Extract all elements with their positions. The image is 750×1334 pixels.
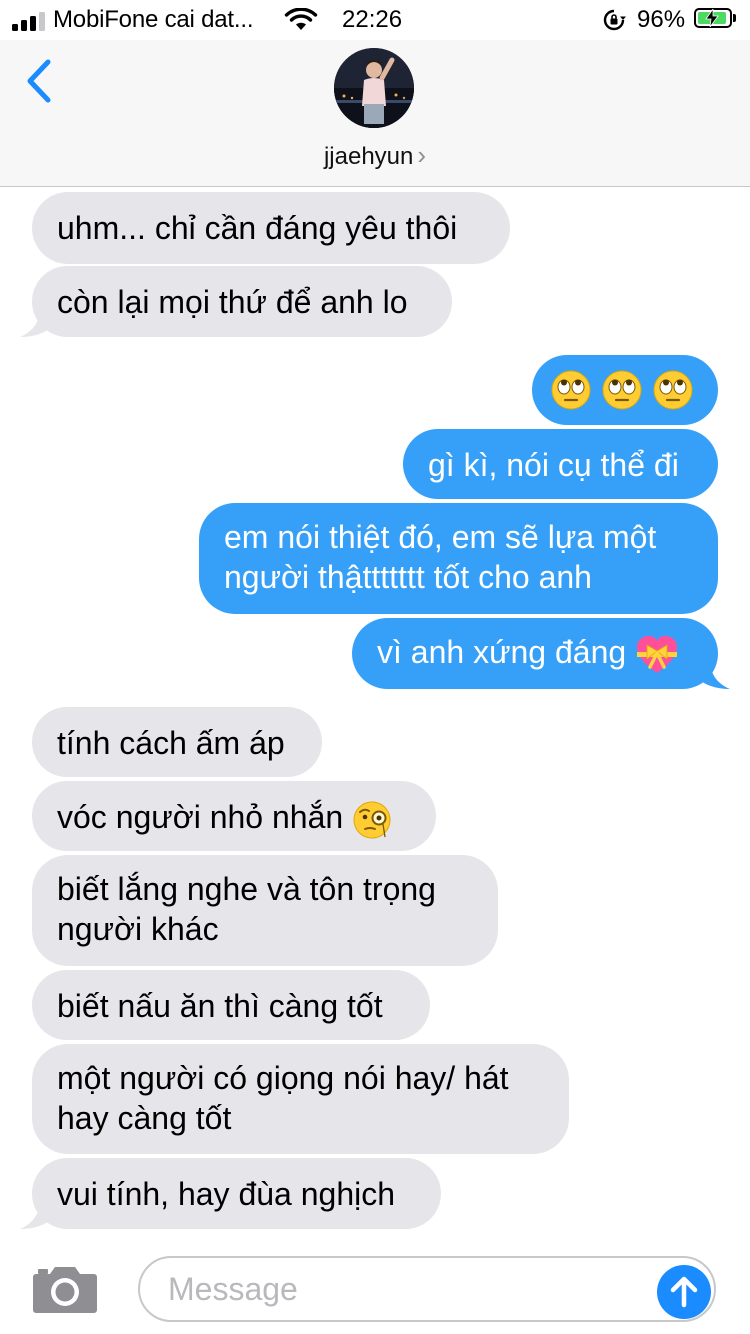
contact-name-button[interactable]: jjaehyun › xyxy=(0,140,750,171)
message-bubble-outgoing[interactable]: em nói thiệt đó, em sẽ lựa một người thậ… xyxy=(199,503,718,614)
message-text: tính cách ấm áp xyxy=(57,725,285,761)
chevron-right-icon: › xyxy=(417,140,427,170)
bubble-tail xyxy=(20,307,54,337)
message-text-line: em nói thiệt đó, em sẽ lựa một xyxy=(224,519,657,555)
message-text-line: người thậttttttt tốt cho anh xyxy=(224,559,592,595)
message-text: biết nấu ăn thì càng tốt xyxy=(57,988,383,1024)
camera-icon xyxy=(33,1267,97,1313)
message-bubble-incoming[interactable]: một người có giọng nói hay/ hát hay càng… xyxy=(32,1044,569,1154)
back-button[interactable] xyxy=(22,56,62,106)
face-with-rolling-eyes-icon xyxy=(602,370,642,410)
message-text: uhm... chỉ cần đáng yêu thôi xyxy=(57,210,458,246)
message-text: vóc người nhỏ nhắn xyxy=(57,799,344,835)
arrow-up-icon xyxy=(670,1276,698,1308)
cellular-signal-icon xyxy=(12,9,48,31)
charging-bolt-icon xyxy=(705,9,719,27)
message-text: vì anh xứng đáng xyxy=(377,634,627,670)
message-text: vui tính, hay đùa nghịch xyxy=(57,1176,396,1212)
contact-avatar[interactable] xyxy=(334,48,414,128)
message-thread[interactable]: uhm... chỉ cần đáng yêu thôi còn lại mọi… xyxy=(0,187,750,1239)
message-text-line: một người có giọng nói hay/ hát xyxy=(57,1060,509,1096)
message-bubble-incoming[interactable]: tính cách ấm áp xyxy=(32,707,322,777)
compose-bar xyxy=(0,1239,750,1334)
status-bar: MobiFone cai dat... 22:26 96% xyxy=(0,0,750,40)
message-bubble-incoming[interactable]: uhm... chỉ cần đáng yêu thôi xyxy=(32,192,510,264)
conversation-header: jjaehyun › xyxy=(0,40,750,187)
send-button[interactable] xyxy=(657,1265,711,1319)
message-text: gì kì, nói cụ thể đi xyxy=(428,447,679,483)
message-bubble-outgoing[interactable]: vì anh xứng đáng xyxy=(352,618,718,689)
message-input[interactable] xyxy=(138,1256,716,1322)
message-bubble-incoming[interactable]: còn lại mọi thứ để anh lo xyxy=(32,266,452,337)
message-text-line: người khác xyxy=(57,911,219,947)
message-text-line: hay càng tốt xyxy=(57,1100,232,1136)
avatar-photo xyxy=(334,48,414,128)
message-bubble-outgoing[interactable]: gì kì, nói cụ thể đi xyxy=(403,429,718,499)
message-text-line: biết lắng nghe và tôn trọng xyxy=(57,871,436,907)
carrier-name: MobiFone cai dat... xyxy=(53,6,254,33)
contact-name: jjaehyun xyxy=(323,143,414,170)
face-with-rolling-eyes-icon xyxy=(551,370,591,410)
message-bubble-outgoing[interactable] xyxy=(532,355,718,425)
heart-with-ribbon-icon xyxy=(637,635,678,673)
message-bubble-incoming[interactable]: vui tính, hay đùa nghịch xyxy=(32,1158,441,1229)
face-with-monocle-icon xyxy=(353,801,391,839)
message-bubble-incoming[interactable]: vóc người nhỏ nhắn xyxy=(32,781,436,851)
wifi-icon xyxy=(284,8,318,30)
message-bubble-incoming[interactable]: biết nấu ăn thì càng tốt xyxy=(32,970,430,1040)
chevron-left-icon xyxy=(27,59,51,103)
bubble-tail xyxy=(20,1199,54,1229)
battery-icon xyxy=(694,8,732,28)
rotation-lock-icon xyxy=(603,9,626,31)
battery-percent: 96% xyxy=(637,6,686,33)
message-bubble-incoming[interactable]: biết lắng nghe và tôn trọng người khác xyxy=(32,855,498,966)
face-with-rolling-eyes-icon xyxy=(653,370,693,410)
camera-button[interactable] xyxy=(32,1264,98,1314)
message-text: còn lại mọi thứ để anh lo xyxy=(57,284,408,320)
bubble-tail xyxy=(696,659,730,689)
battery-tip xyxy=(733,14,736,22)
clock: 22:26 xyxy=(342,6,403,33)
